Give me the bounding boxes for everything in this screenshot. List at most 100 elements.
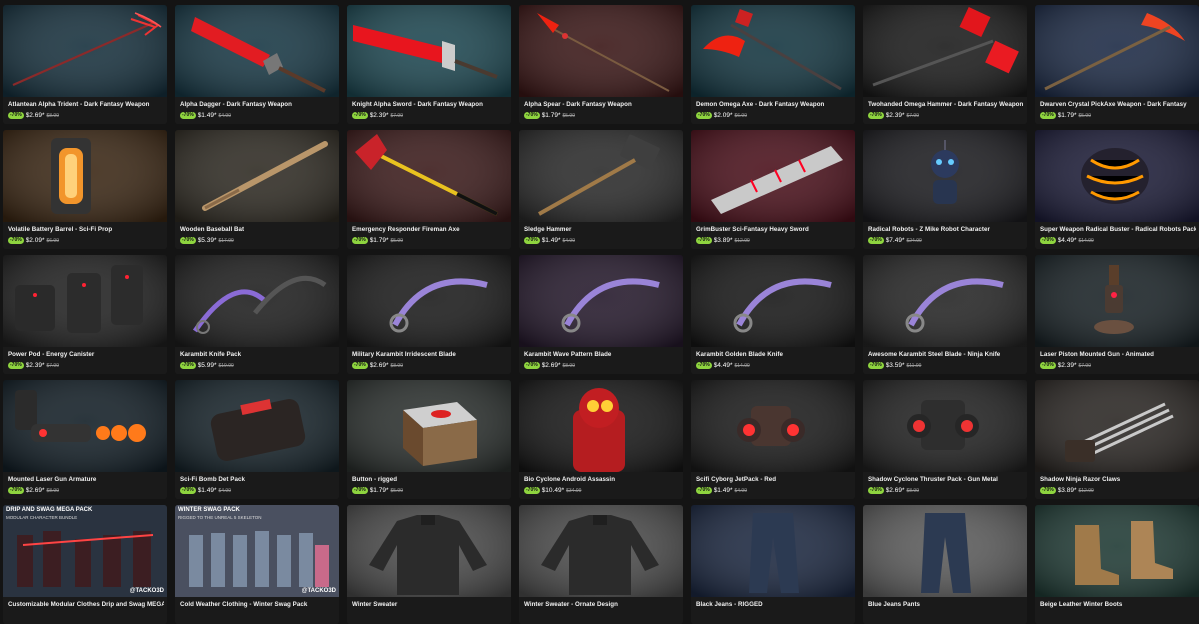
robot-icon[interactable] [863, 130, 1027, 222]
product-card[interactable]: Blue Jeans Pants [863, 505, 1027, 624]
sweater-icon[interactable] [347, 505, 511, 597]
trident-icon[interactable] [3, 5, 167, 97]
winter-pack-icon[interactable]: WINTER SWAG PACK RIGGED TO THE UNREAL 5 S… [175, 505, 339, 597]
product-title[interactable]: Karambit Golden Blade Knife [696, 351, 852, 358]
product-card[interactable]: Demon Omega Axe - Dark Fantasy Weapon -70… [691, 5, 855, 124]
product-card[interactable]: Wooden Baseball Bat -70% $5.39* $17.99 [175, 130, 339, 249]
product-card[interactable]: Atlantean Alpha Trident - Dark Fantasy W… [3, 5, 167, 124]
product-card[interactable]: Karambit Golden Blade Knife -70% $4.49* $14… [691, 255, 855, 374]
product-title[interactable]: Power Pod - Energy Canister [8, 351, 164, 358]
product-card[interactable]: Dwarven Crystal PickAxe Weapon - Dark Fa… [1035, 5, 1199, 124]
product-card[interactable]: Beige Leather Winter Boots [1035, 505, 1199, 624]
product-card[interactable]: Emergency Responder Fireman Axe -70% $1.79… [347, 130, 511, 249]
product-title[interactable]: Karambit Knife Pack [180, 351, 336, 358]
thruster-icon[interactable] [863, 380, 1027, 472]
product-title[interactable]: Knight Alpha Sword - Dark Fantasy Weapon [352, 101, 508, 108]
product-card[interactable]: DRIP AND SWAG MEGA PACK MODULAR CHARACTER… [3, 505, 167, 624]
laser-gun-icon[interactable] [3, 380, 167, 472]
product-card[interactable]: Shadow Ninja Razor Claws -70% $3.89* $12.99 [1035, 380, 1199, 499]
product-card[interactable]: Awesome Karambit Steel Blade - Ninja Kni… [863, 255, 1027, 374]
product-title[interactable]: Bio Cyclone Android Assassin [524, 476, 680, 483]
product-card[interactable]: Winter Sweater [347, 505, 511, 624]
mega-pack-icon[interactable]: DRIP AND SWAG MEGA PACK MODULAR CHARACTER… [3, 505, 167, 597]
product-card[interactable]: Power Pod - Energy Canister -70% $2.39* $7.… [3, 255, 167, 374]
canister-icon[interactable] [3, 255, 167, 347]
product-title[interactable]: Emergency Responder Fireman Axe [352, 226, 508, 233]
product-card[interactable]: Karambit Wave Pattern Blade -70% $2.69* $8.… [519, 255, 683, 374]
product-card[interactable]: Alpha Dagger - Dark Fantasy Weapon -70% $1… [175, 5, 339, 124]
product-title[interactable]: Karambit Wave Pattern Blade [524, 351, 680, 358]
laser-piston-icon[interactable] [1035, 255, 1199, 347]
product-card[interactable]: Knight Alpha Sword - Dark Fantasy Weapon… [347, 5, 511, 124]
product-title[interactable]: Winter Sweater [352, 601, 508, 608]
pickaxe-icon[interactable] [1035, 5, 1199, 97]
product-card[interactable]: GrimBuster Sci-Fantasy Heavy Sword -70% $3… [691, 130, 855, 249]
bomb-icon[interactable] [175, 380, 339, 472]
boots-icon[interactable] [1035, 505, 1199, 597]
heavy-sword-icon[interactable] [691, 130, 855, 222]
product-card[interactable]: Mounted Laser Gun Armature -70% $2.69* $8.9… [3, 380, 167, 499]
product-card[interactable]: Super Weapon Radical Buster - Radical Ro… [1035, 130, 1199, 249]
hammer-icon[interactable] [863, 5, 1027, 97]
product-card[interactable]: Bio Cyclone Android Assassin -70% $10.49* $… [519, 380, 683, 499]
red-sword-icon[interactable] [347, 5, 511, 97]
product-title[interactable]: Shadow Ninja Razor Claws [1040, 476, 1196, 483]
karambit-pack-icon[interactable] [175, 255, 339, 347]
product-title[interactable]: Shadow Cyclone Thruster Pack - Gun Metal [868, 476, 1024, 483]
karambit-icon[interactable] [691, 255, 855, 347]
product-title[interactable]: Atlantean Alpha Trident - Dark Fantasy W… [8, 101, 164, 108]
product-card[interactable]: Radical Robots - Z Mike Robot Character -… [863, 130, 1027, 249]
product-card[interactable]: Military Karambit Irridescent Blade -70% $… [347, 255, 511, 374]
product-card[interactable]: Sci-Fi Bomb Det Pack -70% $1.49* $4.99 [175, 380, 339, 499]
fire-axe-icon[interactable] [347, 130, 511, 222]
product-title[interactable]: Winter Sweater - Ornate Design [524, 601, 680, 608]
product-title[interactable]: Twohanded Omega Hammer - Dark Fantasy We… [868, 101, 1024, 108]
spear-icon[interactable] [519, 5, 683, 97]
product-title[interactable]: Alpha Spear - Dark Fantasy Weapon [524, 101, 680, 108]
baseball-bat-icon[interactable] [175, 130, 339, 222]
android-icon[interactable] [519, 380, 683, 472]
karambit-icon[interactable] [519, 255, 683, 347]
product-title[interactable]: Awesome Karambit Steel Blade - Ninja Kni… [868, 351, 1024, 358]
product-card[interactable]: Alpha Spear - Dark Fantasy Weapon -70% $1.… [519, 5, 683, 124]
product-card[interactable]: Twohanded Omega Hammer - Dark Fantasy We… [863, 5, 1027, 124]
product-title[interactable]: Military Karambit Irridescent Blade [352, 351, 508, 358]
product-title[interactable]: Wooden Baseball Bat [180, 226, 336, 233]
battery-icon[interactable] [3, 130, 167, 222]
product-title[interactable]: Mounted Laser Gun Armature [8, 476, 164, 483]
product-card[interactable]: Black Jeans - RIGGED [691, 505, 855, 624]
product-card[interactable]: WINTER SWAG PACK RIGGED TO THE UNREAL 5 S… [175, 505, 339, 624]
jeans-icon[interactable] [863, 505, 1027, 597]
karambit-icon[interactable] [863, 255, 1027, 347]
product-title[interactable]: Laser Piston Mounted Gun - Animated [1040, 351, 1196, 358]
product-title[interactable]: Super Weapon Radical Buster - Radical Ro… [1040, 226, 1196, 233]
karambit-icon[interactable] [347, 255, 511, 347]
product-title[interactable]: Alpha Dagger - Dark Fantasy Weapon [180, 101, 336, 108]
product-title[interactable]: Volatile Battery Barrel - Sci-Fi Prop [8, 226, 164, 233]
product-title[interactable]: Sci-Fi Bomb Det Pack [180, 476, 336, 483]
product-title[interactable]: Customizable Modular Clothes Drip and Sw… [8, 601, 164, 608]
buster-icon[interactable] [1035, 130, 1199, 222]
product-card[interactable]: Karambit Knife Pack -70% $5.99* $19.99 [175, 255, 339, 374]
product-title[interactable]: Button - rigged [352, 476, 508, 483]
jeans-icon[interactable] [691, 505, 855, 597]
product-card[interactable]: Shadow Cyclone Thruster Pack - Gun Metal… [863, 380, 1027, 499]
product-title[interactable]: Beige Leather Winter Boots [1040, 601, 1196, 608]
product-card[interactable]: Sledge Hammer -70% $1.49* $4.99 [519, 130, 683, 249]
product-card[interactable]: Volatile Battery Barrel - Sci-Fi Prop -70… [3, 130, 167, 249]
product-title[interactable]: Radical Robots - Z Mike Robot Character [868, 226, 1024, 233]
button-box-icon[interactable] [347, 380, 511, 472]
claws-icon[interactable] [1035, 380, 1199, 472]
product-card[interactable]: Button - rigged -70% $1.79* $5.99 [347, 380, 511, 499]
product-title[interactable]: Cold Weather Clothing - Winter Swag Pack [180, 601, 336, 608]
product-title[interactable]: Black Jeans - RIGGED [696, 601, 852, 608]
red-dagger-icon[interactable] [175, 5, 339, 97]
product-title[interactable]: Sledge Hammer [524, 226, 680, 233]
jetpack-icon[interactable] [691, 380, 855, 472]
product-title[interactable]: Blue Jeans Pants [868, 601, 1024, 608]
product-title[interactable]: Dwarven Crystal PickAxe Weapon - Dark Fa… [1040, 101, 1196, 108]
sledge-hammer-icon[interactable] [519, 130, 683, 222]
product-card[interactable]: Laser Piston Mounted Gun - Animated -70% $… [1035, 255, 1199, 374]
axe-icon[interactable] [691, 5, 855, 97]
product-title[interactable]: Demon Omega Axe - Dark Fantasy Weapon [696, 101, 852, 108]
